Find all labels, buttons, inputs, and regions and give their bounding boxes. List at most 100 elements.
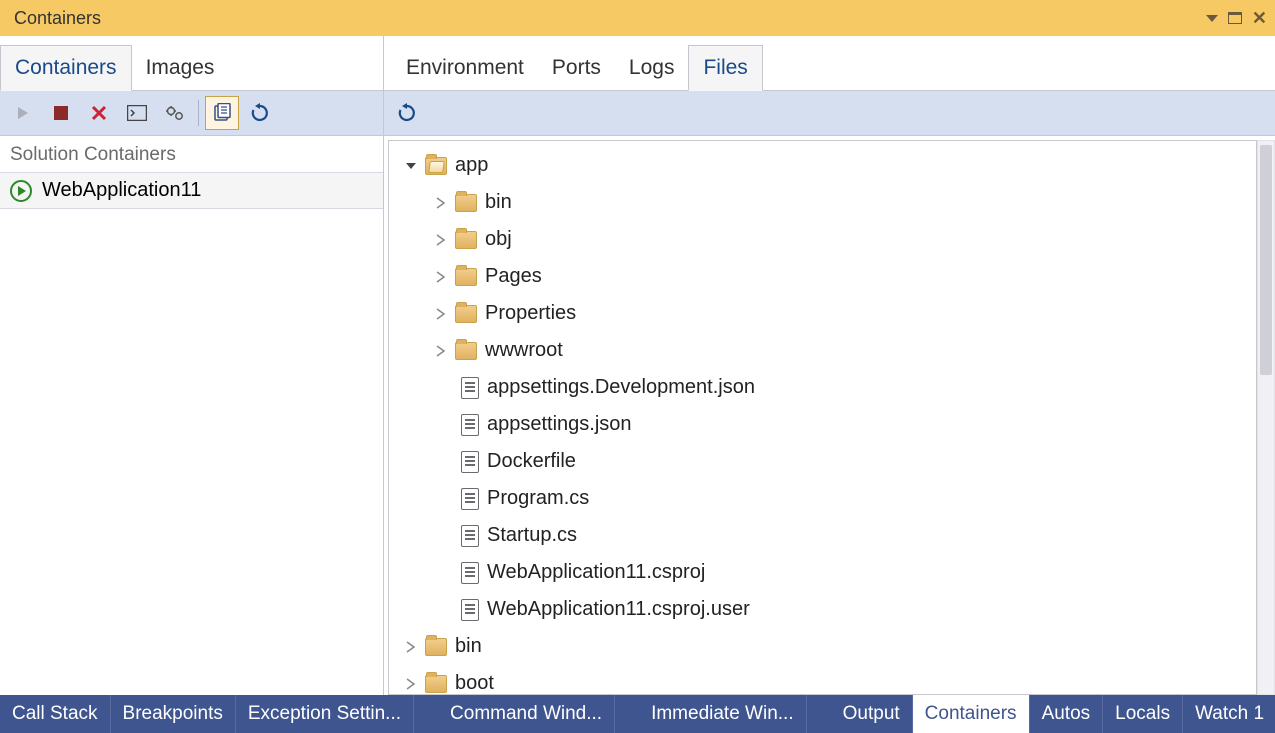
tree-file[interactable]: appsettings.Development.json [389,369,1256,406]
gears-icon [165,104,185,122]
dock-exception[interactable]: Exception Settin... [236,695,414,733]
folder-icon [455,231,477,249]
tree-label: bin [485,191,512,214]
start-button [6,96,40,130]
bottom-dock: Call Stack Breakpoints Exception Settin.… [0,695,1275,733]
chevron-right-icon[interactable] [433,343,449,359]
container-item-label: WebApplication11 [42,179,201,202]
window-position-icon[interactable] [1206,15,1218,22]
section-header: Solution Containers [0,136,383,173]
remove-button[interactable] [82,96,116,130]
maximize-icon[interactable] [1228,12,1242,24]
tree-folder-root-boot[interactable]: boot [389,665,1256,695]
file-tree[interactable]: app bin obj [388,140,1257,695]
refresh-icon [250,103,270,123]
file-icon [461,488,479,510]
play-icon [15,105,31,121]
file-icon [461,599,479,621]
dock-containers[interactable]: Containers [913,695,1030,733]
tree-file[interactable]: Program.cs [389,480,1256,517]
tab-logs[interactable]: Logs [615,46,689,90]
container-item[interactable]: WebApplication11 [0,173,383,209]
tree-label: appsettings.json [487,413,632,436]
tree-label: Dockerfile [487,450,576,473]
dock-gap [807,695,831,733]
tree-label: WebApplication11.csproj.user [487,598,750,621]
toolbar-separator [198,100,199,126]
dock-breakpoints[interactable]: Breakpoints [111,695,236,733]
folder-icon [425,675,447,693]
folder-icon [455,342,477,360]
tree-folder-obj[interactable]: obj [389,221,1256,258]
tree-label: Pages [485,265,542,288]
chevron-down-icon[interactable] [403,158,419,174]
dock-callstack[interactable]: Call Stack [0,695,111,733]
right-tabstrip: Environment Ports Logs Files [384,36,1275,91]
folder-icon [455,194,477,212]
folder-icon [425,157,447,175]
tree-folder-app[interactable]: app [389,147,1256,184]
tree-folder-root-bin[interactable]: bin [389,628,1256,665]
tab-containers[interactable]: Containers [0,45,132,91]
tree-label: WebApplication11.csproj [487,561,705,584]
chevron-right-icon[interactable] [403,676,419,692]
file-icon [461,451,479,473]
terminal-icon [127,105,147,121]
tree-file[interactable]: Dockerfile [389,443,1256,480]
tab-environment[interactable]: Environment [392,46,538,90]
tree-file[interactable]: WebApplication11.csproj [389,554,1256,591]
chevron-right-icon[interactable] [433,232,449,248]
tree-file[interactable]: appsettings.json [389,406,1256,443]
files-refresh-button[interactable] [390,96,424,130]
chevron-right-icon[interactable] [433,269,449,285]
tab-ports[interactable]: Ports [538,46,615,90]
left-panel: Containers Images [0,36,384,695]
tree-label: Startup.cs [487,524,577,547]
stop-button[interactable] [44,96,78,130]
tree-folder-pages[interactable]: Pages [389,258,1256,295]
dock-output[interactable]: Output [831,695,913,733]
file-icon [461,377,479,399]
left-content: Solution Containers WebApplication11 [0,136,383,695]
chevron-right-icon[interactable] [433,195,449,211]
dock-command[interactable]: Command Wind... [438,695,615,733]
copy-button[interactable] [205,96,239,130]
dock-immediate[interactable]: Immediate Win... [639,695,807,733]
chevron-right-icon[interactable] [403,639,419,655]
dock-locals[interactable]: Locals [1103,695,1183,733]
tree-label: wwwroot [485,339,563,362]
tree-label: Properties [485,302,576,325]
copy-icon [212,103,232,123]
close-icon[interactable]: ✕ [1252,8,1267,29]
tree-label: bin [455,635,482,658]
left-toolbar [0,91,383,136]
dock-gap [615,695,639,733]
chevron-right-icon[interactable] [433,306,449,322]
scrollbar[interactable] [1257,140,1275,695]
dock-gap [414,695,438,733]
scrollbar-thumb[interactable] [1260,145,1272,375]
tree-folder-properties[interactable]: Properties [389,295,1256,332]
file-icon [461,562,479,584]
tree-folder-bin[interactable]: bin [389,184,1256,221]
terminal-button[interactable] [120,96,154,130]
tree-file[interactable]: Startup.cs [389,517,1256,554]
tree-label: boot [455,672,494,695]
folder-icon [455,268,477,286]
tree-file[interactable]: WebApplication11.csproj.user [389,591,1256,628]
tree-folder-wwwroot[interactable]: wwwroot [389,332,1256,369]
tree-label: Program.cs [487,487,589,510]
right-toolbar [384,91,1275,136]
refresh-button[interactable] [243,96,277,130]
dock-watch[interactable]: Watch 1 [1183,695,1275,733]
file-icon [461,525,479,547]
x-icon [90,104,108,122]
tab-files[interactable]: Files [688,45,762,91]
file-icon [461,414,479,436]
settings-button[interactable] [158,96,192,130]
stop-icon [54,106,68,120]
dock-autos[interactable]: Autos [1030,695,1104,733]
tree-label: obj [485,228,512,251]
tab-images[interactable]: Images [132,46,229,90]
running-icon [10,180,32,202]
